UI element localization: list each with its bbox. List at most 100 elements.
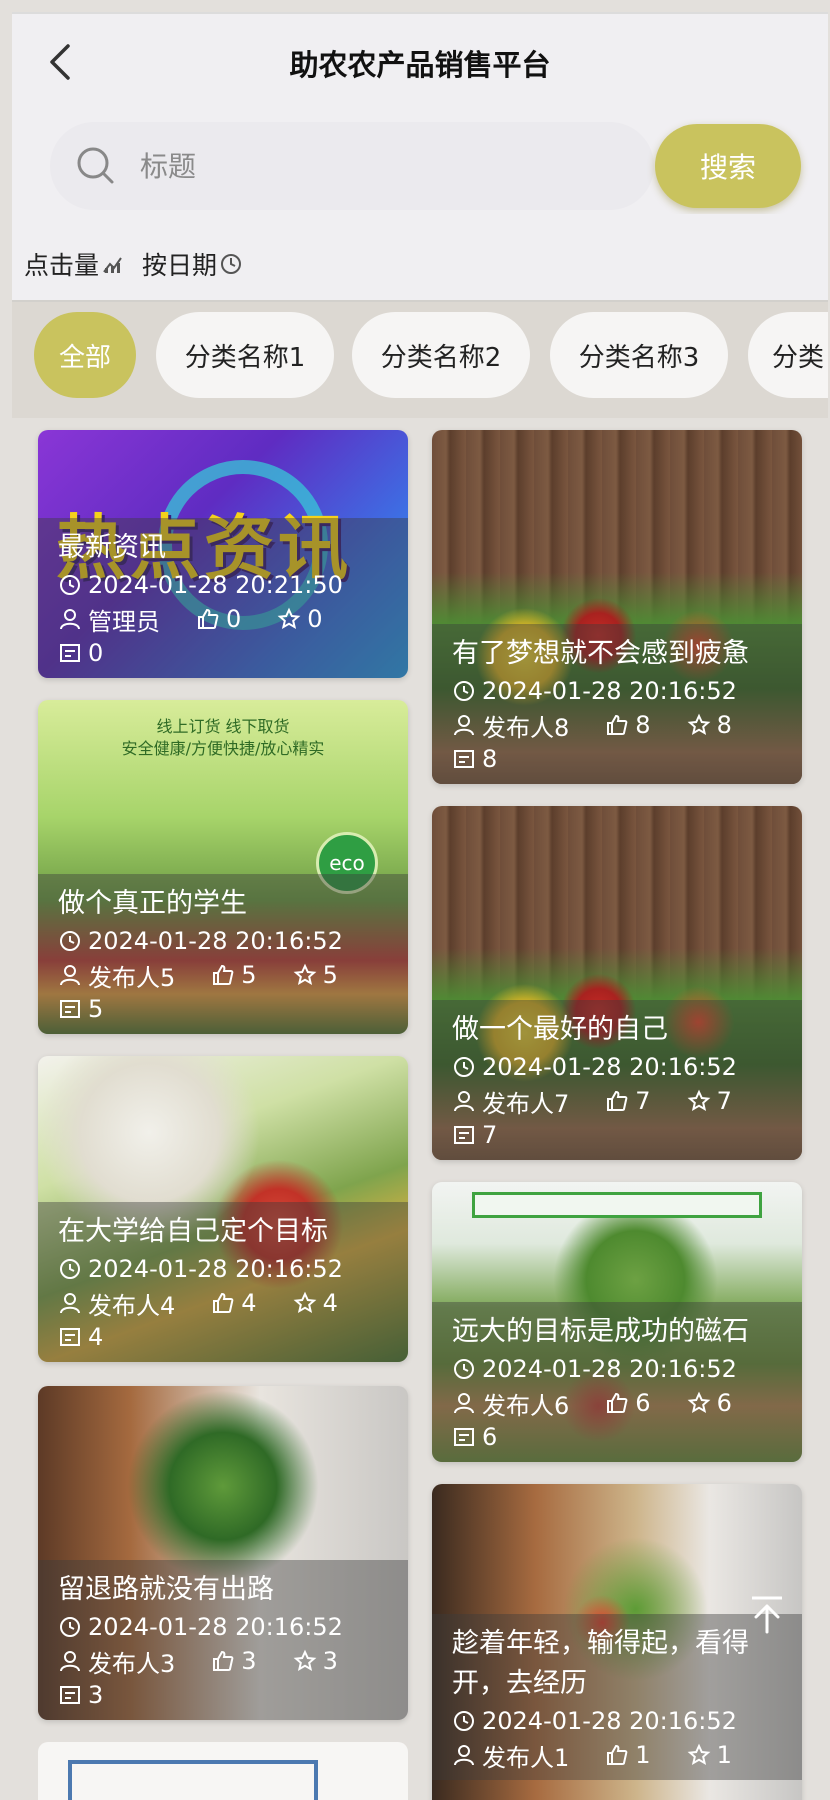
search-box (50, 122, 654, 210)
star-icon (293, 1291, 316, 1313)
card-time: 2024-01-28 20:16:52 (482, 1053, 737, 1081)
card-info: 趁着年轻，输得起，看得开，去经历 2024-01-28 20:16:52 发布人… (432, 1614, 802, 1780)
card-time: 2024-01-28 20:16:52 (482, 1707, 737, 1735)
card-title: 远大的目标是成功的磁石 (452, 1316, 749, 1347)
image-text-line: 安全健康/方便快捷/放心精实 (121, 739, 325, 758)
news-card[interactable]: 留退路就没有出路 2024-01-28 20:16:52 发布人3 3 3 3 (38, 1386, 408, 1720)
news-card[interactable]: 热点资讯 最新资讯 2024-01-28 20:21:50 管理员 0 0 0 (38, 430, 408, 678)
image-text: 线上订货 线下取货 安全健康/方便快捷/放心精实 (38, 716, 408, 760)
card-author: 发布人6 (482, 1391, 570, 1420)
card-time: 2024-01-28 20:16:52 (482, 677, 737, 705)
sort-bar: 点击量 按日期 (12, 214, 828, 302)
chart-icon (103, 257, 122, 273)
card-views: 4 (88, 1323, 104, 1351)
thumbs-up-icon (213, 1650, 234, 1671)
thumbs-up-icon (198, 608, 219, 629)
card-info: 有了梦想就不会感到疲惫 2024-01-28 20:16:52 发布人8 8 8… (432, 624, 802, 784)
card-time: 2024-01-28 20:16:52 (482, 1355, 737, 1383)
views-icon (454, 1126, 474, 1144)
card-author: 发布人8 (482, 713, 570, 742)
category-chip-all[interactable]: 全部 (34, 312, 136, 398)
card-title: 在大学给自己定个目标 (58, 1216, 328, 1247)
card-info: 做一个最好的自己 2024-01-28 20:16:52 发布人7 7 7 7 (432, 1000, 802, 1160)
user-icon (454, 1393, 474, 1414)
news-card[interactable]: 在大学给自己定个目标 2024-01-28 20:16:52 发布人4 4 4 … (38, 1056, 408, 1362)
card-author: 管理员 (88, 607, 160, 636)
card-author: 发布人4 (88, 1291, 176, 1320)
image-text-line: 线上订货 线下取货 (156, 717, 290, 736)
news-card[interactable]: 做一个最好的自己 2024-01-28 20:16:52 发布人7 7 7 7 (432, 806, 802, 1160)
card-likes: 1 (635, 1741, 651, 1769)
clock-icon (454, 1711, 474, 1731)
news-card[interactable]: 远大的目标是成功的磁石 2024-01-28 20:16:52 发布人6 6 6… (432, 1182, 802, 1462)
star-icon (687, 713, 710, 735)
views-icon (60, 644, 80, 662)
star-icon (293, 1649, 316, 1671)
card-views: 7 (482, 1121, 498, 1149)
thumbs-up-icon (213, 964, 234, 985)
clock-icon (60, 1617, 80, 1637)
card-favorites: 4 (322, 1289, 338, 1317)
card-title: 留退路就没有出路 (58, 1574, 274, 1605)
clock-icon (60, 575, 80, 595)
news-card[interactable]: 线上订货 线下取货 安全健康/方便快捷/放心精实 eco 做个真正的学生 202… (38, 700, 408, 1034)
card-title: 做个真正的学生 (58, 888, 247, 919)
card-favorites: 6 (716, 1389, 732, 1417)
card-title: 做一个最好的自己 (452, 1014, 668, 1045)
sort-by-date-label: 按日期 (142, 251, 218, 280)
card-likes: 8 (635, 711, 651, 739)
thumbs-up-icon (607, 1744, 628, 1765)
card-favorites: 1 (716, 1741, 732, 1769)
card-views: 5 (88, 995, 104, 1023)
card-author: 发布人3 (88, 1649, 176, 1678)
card-time: 2024-01-28 20:16:52 (88, 1613, 343, 1641)
news-card-partial[interactable] (38, 1742, 408, 1800)
sort-by-clicks[interactable]: 点击量 (24, 246, 125, 282)
clock-icon (454, 1359, 474, 1379)
category-chip[interactable]: 分类名称1 (156, 312, 334, 398)
card-author: 发布人7 (482, 1089, 570, 1118)
category-chip[interactable]: 分类名称3 (550, 312, 728, 398)
news-card[interactable]: 趁着年轻，输得起，看得开，去经历 2024-01-28 20:16:52 发布人… (432, 1484, 802, 1800)
card-info: 远大的目标是成功的磁石 2024-01-28 20:16:52 发布人6 6 6… (432, 1302, 802, 1462)
user-icon (60, 965, 80, 986)
category-bar: 全部 分类名称1 分类名称2 分类名称3 分类 (12, 302, 828, 418)
search-button[interactable]: 搜索 (655, 124, 801, 208)
page-title: 助农农产品销售平台 (289, 48, 551, 82)
card-views: 3 (88, 1681, 104, 1709)
clock-icon (221, 254, 242, 274)
user-icon (60, 1293, 80, 1314)
clock-icon (60, 931, 80, 951)
card-info: 最新资讯 2024-01-28 20:21:50 管理员 0 0 0 (38, 518, 408, 678)
card-favorites: 0 (307, 605, 323, 633)
card-likes: 7 (635, 1087, 651, 1115)
thumbs-up-icon (607, 1392, 628, 1413)
star-icon (687, 1743, 710, 1765)
category-chip[interactable]: 分类名称2 (352, 312, 530, 398)
user-icon (60, 609, 80, 630)
news-card[interactable]: 有了梦想就不会感到疲惫 2024-01-28 20:16:52 发布人8 8 8… (432, 430, 802, 784)
card-time: 2024-01-28 20:21:50 (88, 571, 343, 599)
views-icon (60, 1328, 80, 1346)
card-info: 留退路就没有出路 2024-01-28 20:16:52 发布人3 3 3 3 (38, 1560, 408, 1720)
thumbs-up-icon (607, 714, 628, 735)
category-chip[interactable]: 分类 (748, 312, 828, 398)
user-icon (60, 1651, 80, 1672)
image-banner (472, 1192, 762, 1218)
card-time: 2024-01-28 20:16:52 (88, 1255, 343, 1283)
user-icon (454, 715, 474, 736)
user-icon (454, 1091, 474, 1112)
card-favorites: 5 (322, 961, 338, 989)
search-input[interactable] (140, 142, 620, 190)
clock-icon (454, 681, 474, 701)
back-to-top-icon[interactable] (744, 1592, 790, 1638)
views-icon (454, 750, 474, 768)
top-bar: 助农农产品销售平台 (12, 12, 828, 104)
user-icon (454, 1745, 474, 1766)
card-info: 在大学给自己定个目标 2024-01-28 20:16:52 发布人4 4 4 … (38, 1202, 408, 1362)
star-icon (687, 1391, 710, 1413)
views-icon (60, 1686, 80, 1704)
card-favorites: 3 (322, 1647, 338, 1675)
sort-by-date[interactable]: 按日期 (142, 246, 243, 282)
card-views: 8 (482, 745, 498, 773)
